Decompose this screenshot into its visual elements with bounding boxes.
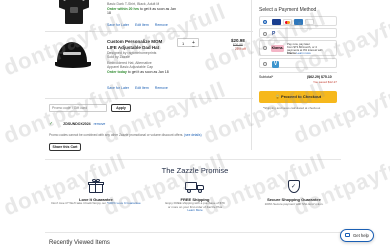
divider (259, 72, 337, 73)
tshirt-details: Basic Dark T-Shirt, Black, Adult M (107, 2, 160, 6)
delivery-date: to get it as soon as Jan 18 (127, 70, 169, 74)
check-icon: ✓ (49, 121, 54, 127)
feature-desc: Don't love it? We'll take it back! Enjoy… (48, 201, 144, 206)
delivery-deadline: Order within 20 hrs (107, 7, 139, 11)
applied-code-row: ✓ ZDSUNDOX2024 remove (49, 121, 105, 127)
checkout-label: Proceed to Checkout (281, 94, 322, 99)
cart-item-hat: Custom Personalize MOM LIFE Adjustable D… (45, 34, 253, 94)
chat-icon (345, 233, 350, 237)
love-it-link[interactable]: *100% Love It (107, 201, 126, 205)
column-divider (251, 0, 252, 150)
hat-title[interactable]: Custom Personalize MOM LIFE Adjustable D… (107, 39, 162, 50)
shipping-note: *Shipping and taxes calculated at checko… (263, 106, 321, 110)
promise-title: The Zazzle Promise (161, 166, 229, 175)
delivery-deadline: Order today (107, 70, 127, 74)
payment-option-venmo[interactable]: V (259, 58, 337, 68)
get-help-button[interactable]: Get help (340, 229, 374, 242)
klarna-learn-more-link[interactable]: Learn more (297, 51, 311, 55)
learn-more-link[interactable]: Learn More (187, 208, 202, 212)
visa-icon (272, 19, 281, 25)
payment-option-klarna[interactable]: Klarna. Pay now, pay later from $73.66/m… (259, 40, 337, 56)
recently-viewed-title: Recently Viewed Items (49, 240, 110, 246)
hat-image[interactable] (51, 38, 95, 74)
klarna-text-4: Klarna (287, 51, 296, 56)
promo-code-input[interactable] (49, 104, 107, 112)
hat-discount: 25% off (235, 47, 246, 51)
remove-link[interactable]: Remove (155, 86, 168, 90)
subtotal-value: ($62.29) $75.10 (307, 75, 332, 79)
remove-code-link[interactable]: remove (94, 122, 106, 126)
payment-panel: Select a Payment Method P Klarna. Pay no… (257, 3, 341, 123)
promo-details-link[interactable]: (see details) (184, 133, 201, 137)
subtotal-label: Subtotal* (259, 75, 274, 79)
apply-button[interactable]: Apply (111, 104, 131, 112)
applied-code: ZDSUNDOX2024 (63, 122, 91, 126)
promo-note-text: Promo codes cannot be combined with any … (49, 133, 184, 137)
promise-feature-secure: ✓ Secure Shopping Guarantee 100% Secure … (246, 180, 342, 220)
divider (45, 98, 253, 99)
paypal-icon: P (272, 31, 276, 37)
amex-icon (294, 19, 303, 25)
hat-seller: Sold by Zazzle (107, 55, 130, 59)
cart-items-panel: Basic Dark T-Shirt, Black, Adult M Order… (45, 0, 253, 160)
hat-title-line1: Custom Personalize MOM (107, 39, 163, 44)
feature-desc-1: Don't love it? We'll take it back! Enjoy… (51, 201, 107, 205)
feature-desc: 100% Secure payment with SSL Encryption. (264, 202, 324, 206)
promise-feature-love: Love It Guarantee Don't love it? We'll t… (48, 179, 144, 220)
get-help-label: Get help (353, 233, 369, 238)
radio-card[interactable] (263, 19, 267, 24)
radio-paypal[interactable] (263, 31, 267, 36)
promise-feature-shipping: FREE Shipping Enjoy FREE shipping with a… (147, 180, 243, 220)
edit-item-link[interactable]: Edit Item (135, 86, 149, 90)
payment-title: Select a Payment Method (259, 7, 317, 13)
discover-icon (305, 19, 314, 25)
cart-item-tshirt: Basic Dark T-Shirt, Black, Adult M Order… (45, 0, 245, 30)
payment-option-card[interactable] (259, 16, 337, 26)
tshirt-image[interactable] (59, 0, 89, 26)
quantity-value: 1 (182, 40, 185, 46)
save-for-later-link[interactable]: Save for Later (107, 23, 129, 27)
truck-icon (185, 180, 205, 193)
feature-desc: Enjoy FREE shipping with a purchase of $… (147, 201, 243, 213)
save-for-later-link[interactable]: Save for Later (107, 86, 129, 90)
tshirt-delivery: Order within 20 hrs to get it as soon as… (107, 7, 177, 15)
hat-delivery: Order today to get it as soon as Jan 18 (107, 70, 177, 74)
payment-option-paypal[interactable]: P (259, 28, 337, 38)
checkout-button[interactable]: 🔒 Proceed to Checkout (259, 91, 337, 103)
divider (45, 31, 253, 32)
hat-title-line2: LIFE Adjustable Dad Hat (107, 44, 160, 50)
share-cart-button[interactable]: Share this Cart (49, 143, 81, 151)
mastercard-icon (283, 19, 292, 25)
shield-icon: ✓ (287, 180, 301, 194)
edit-item-link[interactable]: Edit Item (135, 23, 149, 27)
minus-icon[interactable]: − (192, 45, 195, 50)
remove-link[interactable]: Remove (155, 23, 168, 27)
hat-detail2: Apparel Basic Adjustable Cap (107, 65, 154, 69)
gift-icon (88, 179, 104, 193)
lock-icon: 🔒 (274, 94, 280, 99)
section-divider (45, 159, 341, 160)
feature-desc-2[interactable]: Guarantee (126, 201, 140, 205)
quantity-stepper[interactable]: 1 + − (177, 38, 199, 50)
promo-section: Apply ✓ ZDSUNDOX2024 remove Promo codes … (45, 104, 253, 156)
savings-label: You saved $12.27 (313, 80, 337, 84)
promo-note: Promo codes cannot be combined with any … (49, 133, 249, 137)
klarna-icon: Klarna. (271, 44, 284, 52)
radio-venmo[interactable] (263, 61, 267, 66)
venmo-icon: V (272, 60, 279, 68)
radio-klarna[interactable] (263, 46, 267, 50)
section-divider (45, 232, 341, 233)
